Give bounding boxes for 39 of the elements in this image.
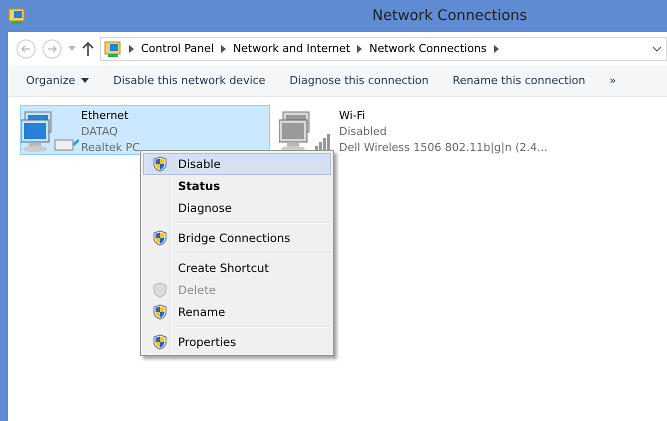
network-folder-icon (8, 7, 26, 25)
shield-icon (153, 304, 167, 320)
dropdown-caret-icon[interactable] (652, 46, 662, 52)
connection-status: DATAQ (81, 124, 119, 140)
connection-name: Ethernet (81, 108, 130, 124)
toolbar-button[interactable]: » (609, 74, 616, 87)
connection-item[interactable]: Wi-Fi Disabled Dell Wireless 1506 802.11b|g|n (2.4... (278, 105, 578, 155)
chevron-icon[interactable] (129, 44, 134, 52)
menu-item[interactable]: Create Shortcut (143, 257, 331, 279)
chevron-icon[interactable] (494, 44, 499, 52)
toolbar-button[interactable]: Diagnose this connection (289, 74, 429, 87)
breadcrumb-item[interactable]: Network Connections (369, 42, 487, 55)
menu-item[interactable]: Disable (143, 153, 331, 175)
chevron-icon[interactable] (357, 44, 362, 52)
network-folder-icon (104, 40, 122, 58)
window-title: Network Connections (371, 8, 528, 24)
chevron-icon[interactable] (220, 44, 226, 52)
shield-icon (153, 334, 167, 350)
menu-item[interactable]: Status (143, 175, 331, 197)
shield-icon (153, 282, 167, 298)
breadcrumb-item[interactable]: Network and Internet (232, 42, 350, 55)
toolbar-button[interactable]: Organize (26, 74, 90, 87)
connection-device: Dell Wireless 1506 802.11b|g|n (2.4... (339, 140, 548, 156)
connection-status: Disabled (339, 124, 388, 140)
connection-name: Wi-Fi (339, 108, 366, 124)
shield-icon (153, 156, 167, 172)
shield-icon (153, 230, 167, 246)
menu-item[interactable]: Diagnose (143, 197, 331, 219)
menu-item[interactable]: Bridge Connections (143, 227, 331, 249)
breadcrumb-item[interactable]: Control Panel (141, 42, 214, 55)
toolbar-button[interactable]: Rename this connection (452, 74, 586, 87)
toolbar-button[interactable]: Disable this network device (113, 74, 266, 87)
up-arrow-icon[interactable] (82, 42, 94, 56)
menu-item[interactable]: Properties (143, 331, 331, 353)
connection-device: Realtek PC (81, 140, 140, 156)
menu-item[interactable]: Rename (143, 301, 331, 323)
address-bar[interactable]: Control Panel Network and Internet Network Connections (100, 36, 667, 60)
caret-icon (81, 78, 90, 83)
connection-item[interactable]: Ethernet DATAQ Realtek PC (20, 105, 270, 155)
